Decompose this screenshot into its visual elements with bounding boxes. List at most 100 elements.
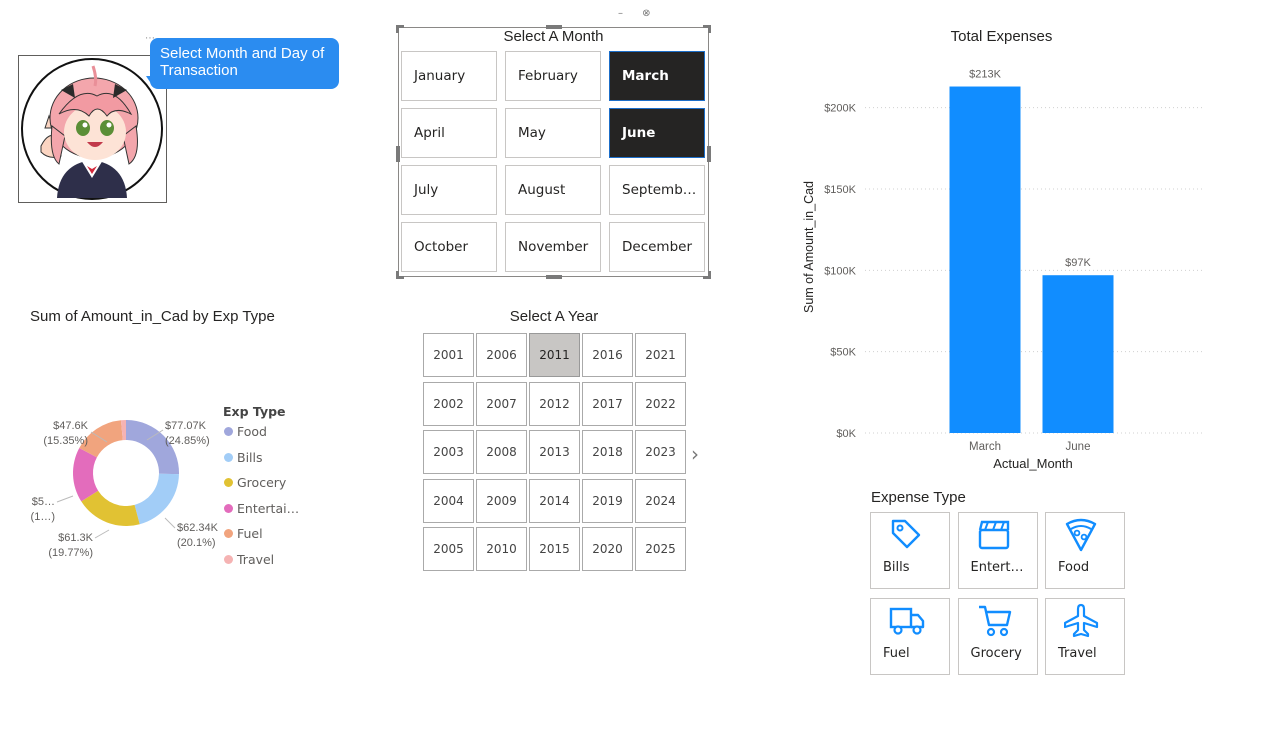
- year-button[interactable]: 2024: [635, 478, 686, 523]
- legend-marker: [224, 554, 233, 564]
- year-button[interactable]: 2020: [582, 527, 633, 571]
- donut-data-label: $5…: [32, 496, 55, 508]
- year-button[interactable]: 2017: [582, 381, 633, 426]
- legend-item[interactable]: Food: [223, 424, 299, 450]
- expense-type-tile[interactable]: Fuel: [870, 598, 950, 675]
- year-button[interactable]: 2025: [635, 527, 686, 571]
- legend-marker: [224, 529, 233, 538]
- cart-icon: [978, 605, 1011, 637]
- visual-header-icons[interactable]: – ⊗: [618, 8, 650, 19]
- resize-handle[interactable]: [396, 271, 404, 279]
- donut-slice[interactable]: [134, 473, 179, 525]
- resize-handle[interactable]: [396, 146, 400, 162]
- year-button[interactable]: 2012: [529, 381, 580, 426]
- year-button[interactable]: 2011: [529, 333, 580, 377]
- month-button[interactable]: July: [401, 165, 497, 215]
- tile-label: Entert…: [970, 560, 1024, 575]
- x-axis-title: Actual_Month: [993, 456, 1073, 471]
- month-button[interactable]: May: [505, 108, 601, 158]
- expense-type-slicer: Bills Entert… Food Fuel Grocery Travel: [870, 512, 1125, 675]
- year-button[interactable]: 2003: [423, 430, 474, 474]
- plane-icon: [1064, 603, 1099, 638]
- bar-chart-title: Total Expenses: [950, 28, 1053, 45]
- bar-data-label: $97K: [1065, 257, 1091, 269]
- legend-item[interactable]: Grocery: [223, 475, 299, 501]
- month-button[interactable]: August: [505, 165, 601, 215]
- donut-data-label: $62.34K: [177, 522, 219, 534]
- year-button[interactable]: 2006: [476, 333, 527, 377]
- year-button[interactable]: 2008: [476, 430, 527, 474]
- month-button[interactable]: November: [505, 222, 601, 272]
- legend-marker: [224, 452, 233, 462]
- legend-label: Food: [237, 424, 267, 439]
- leader-line: [94, 529, 110, 539]
- resize-handle[interactable]: [703, 271, 711, 279]
- donut-slice[interactable]: [81, 490, 140, 526]
- truck-icon: [889, 607, 925, 635]
- legend-label: Grocery: [237, 475, 287, 490]
- year-button[interactable]: 2015: [529, 527, 580, 571]
- clapperboard-icon: [978, 520, 1009, 550]
- donut-chart-title: Sum of Amount_in_Cad by Exp Type: [30, 308, 275, 325]
- month-button[interactable]: January: [401, 51, 497, 101]
- year-button[interactable]: 2019: [582, 478, 633, 523]
- chevron-right-icon[interactable]: ›: [691, 442, 699, 466]
- year-slicer: 2001 2006 2011 2016 2021 2002 2007 2012 2017 2022…: [423, 333, 686, 571]
- month-button[interactable]: Septemb…: [609, 165, 705, 215]
- leader-line: [56, 495, 74, 503]
- legend-item[interactable]: Travel: [223, 552, 299, 578]
- bar-chart: $0K $50K $100K $150K $200K $213K March $97K June…: [802, 69, 1205, 471]
- month-button[interactable]: June: [609, 108, 705, 158]
- expense-type-tile[interactable]: Travel: [1045, 598, 1125, 675]
- year-button[interactable]: 2023: [635, 430, 686, 474]
- year-button[interactable]: 2014: [529, 478, 580, 523]
- y-tick-label: $50K: [830, 347, 856, 359]
- y-axis-title: Sum of Amount_in_Cad: [802, 181, 816, 313]
- expense-type-tile[interactable]: Entert…: [957, 512, 1038, 589]
- month-button[interactable]: April: [401, 108, 497, 158]
- donut-data-label: $61.3K: [58, 532, 94, 544]
- bar[interactable]: [949, 86, 1021, 433]
- donut-legend: Exp Type Food Bills Grocery Entertai… Fuel Tr…: [223, 404, 299, 577]
- y-tick-label: $150K: [824, 184, 856, 196]
- x-tick-label: March: [969, 441, 1001, 453]
- resize-handle[interactable]: [546, 275, 562, 279]
- year-button[interactable]: 2010: [476, 527, 527, 571]
- year-button[interactable]: 2022: [635, 381, 686, 426]
- year-button[interactable]: 2013: [529, 430, 580, 474]
- expense-type-tile[interactable]: Grocery: [957, 598, 1038, 675]
- bar[interactable]: [1042, 275, 1114, 433]
- y-tick-label: $100K: [824, 265, 856, 277]
- tile-label: Fuel: [883, 646, 910, 661]
- donut-data-label: (15.35%): [43, 435, 88, 447]
- month-button[interactable]: October: [401, 222, 497, 272]
- month-button[interactable]: March: [609, 51, 705, 101]
- year-button[interactable]: 2001: [423, 333, 474, 377]
- donut-chart: $77.07K (24.85%) $62.34K (20.1%) $61.3K (19.7…: [31, 420, 219, 559]
- year-button[interactable]: 2018: [582, 430, 633, 474]
- expense-type-tile[interactable]: Food: [1045, 512, 1125, 589]
- year-button[interactable]: 2016: [582, 333, 633, 377]
- year-button[interactable]: 2005: [423, 527, 474, 571]
- resize-handle[interactable]: [707, 146, 711, 162]
- expense-type-title: Expense Type: [871, 489, 966, 506]
- legend-item[interactable]: Fuel: [223, 526, 299, 552]
- month-button[interactable]: December: [609, 222, 705, 272]
- month-button[interactable]: February: [505, 51, 601, 101]
- tag-icon: [891, 519, 921, 549]
- legend-item[interactable]: Entertai…: [223, 501, 299, 527]
- legend-item[interactable]: Bills: [223, 450, 299, 476]
- year-button[interactable]: 2004: [423, 478, 474, 523]
- year-slicer-title: Select A Year: [509, 308, 599, 325]
- legend-marker: [224, 503, 233, 513]
- y-tick-label: $200K: [824, 103, 856, 115]
- expense-type-tile[interactable]: Bills: [870, 512, 950, 589]
- x-tick-label: June: [1066, 441, 1091, 453]
- tile-label: Food: [1058, 560, 1090, 575]
- year-button[interactable]: 2021: [635, 333, 686, 377]
- year-button[interactable]: 2002: [423, 381, 474, 426]
- tooltip: Select Month and Day of Transaction: [150, 38, 339, 89]
- tile-label: Bills: [883, 560, 910, 575]
- year-button[interactable]: 2009: [476, 478, 527, 523]
- year-button[interactable]: 2007: [476, 381, 527, 426]
